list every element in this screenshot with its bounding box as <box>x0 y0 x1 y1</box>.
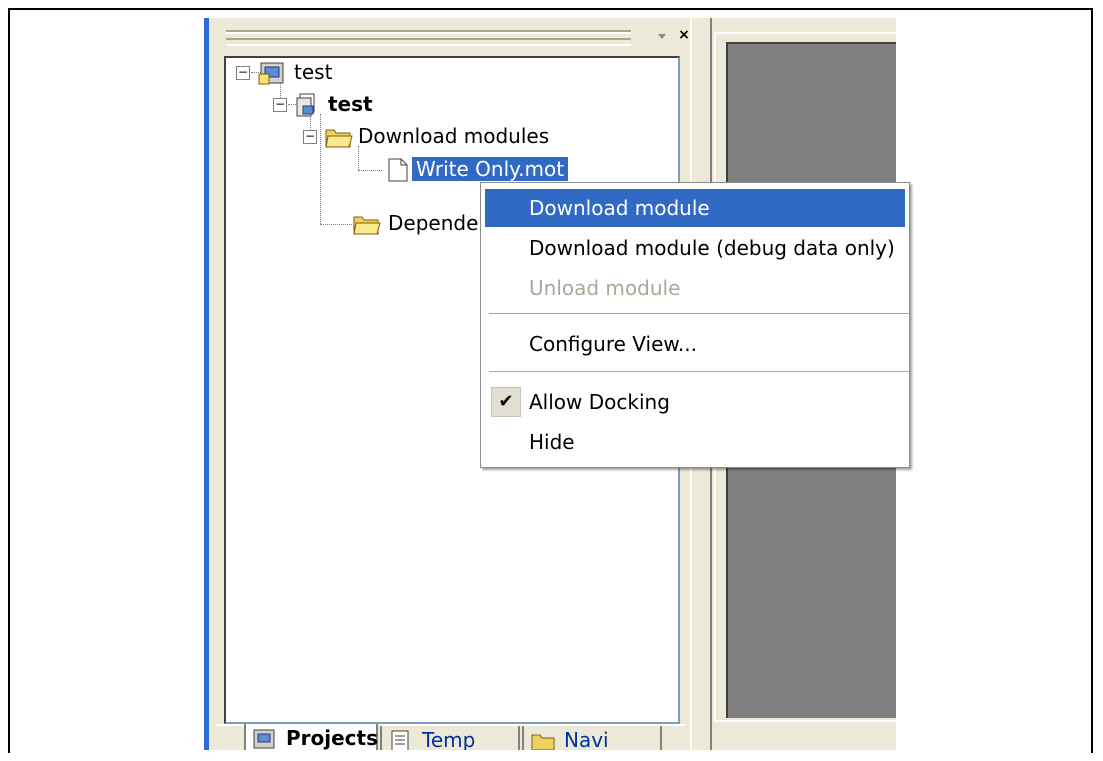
folder-open-icon <box>324 124 353 150</box>
dock-titlebar[interactable]: × <box>216 24 706 48</box>
menu-item-unload-module: Unload module <box>529 276 681 300</box>
tab-templates-label: Temp <box>422 728 476 750</box>
tree-item-project[interactable]: test <box>328 89 373 119</box>
menu-separator <box>489 371 909 372</box>
collapse-toggle[interactable]: − <box>273 98 287 112</box>
tab-projects-label: Projects <box>286 726 379 750</box>
tree-line <box>320 114 321 224</box>
tree-line <box>320 224 352 225</box>
workspace-icon <box>258 60 286 86</box>
file-icon <box>386 157 414 183</box>
tree-item-download-modules[interactable]: Download modules <box>358 121 549 151</box>
menu-item-configure-view[interactable]: Configure View... <box>485 325 905 363</box>
menu-item-hide[interactable]: Hide <box>485 423 905 461</box>
checkmark-icon: ✔ <box>491 387 521 417</box>
document-icon <box>388 730 412 750</box>
tree-item-workspace[interactable]: test <box>294 57 332 87</box>
menu-item-download-module[interactable]: Download module <box>485 189 905 227</box>
projects-icon <box>252 728 276 750</box>
context-menu: Download module Download module (debug d… <box>480 182 910 468</box>
tab-templates[interactable]: Temp <box>380 726 520 750</box>
tab-projects[interactable]: Projects <box>244 724 378 750</box>
menu-item-allow-docking-label: Allow Docking <box>529 390 670 414</box>
tree-line <box>358 170 382 171</box>
tab-navigation-label: Navi <box>564 728 609 750</box>
menu-item-download-debug-data[interactable]: Download module (debug data only) <box>485 229 905 267</box>
chevron-down-icon[interactable] <box>652 26 672 46</box>
menu-item-allow-docking[interactable]: ✔ Allow Docking <box>485 383 905 421</box>
window-border <box>204 18 209 750</box>
selected-file-label: Write Only.mot <box>410 156 570 182</box>
menu-separator <box>489 313 909 314</box>
project-icon <box>294 92 322 118</box>
tree-item-selected-file[interactable]: Write Only.mot <box>410 154 570 184</box>
folder-icon <box>352 211 381 237</box>
tree-item-dependencies[interactable]: Depende <box>388 208 478 238</box>
drag-grip[interactable] <box>226 30 631 46</box>
collapse-toggle[interactable]: − <box>236 66 250 80</box>
navigation-icon <box>530 730 555 750</box>
tab-navigation[interactable]: Navi <box>522 726 662 750</box>
collapse-toggle[interactable]: − <box>303 130 317 144</box>
